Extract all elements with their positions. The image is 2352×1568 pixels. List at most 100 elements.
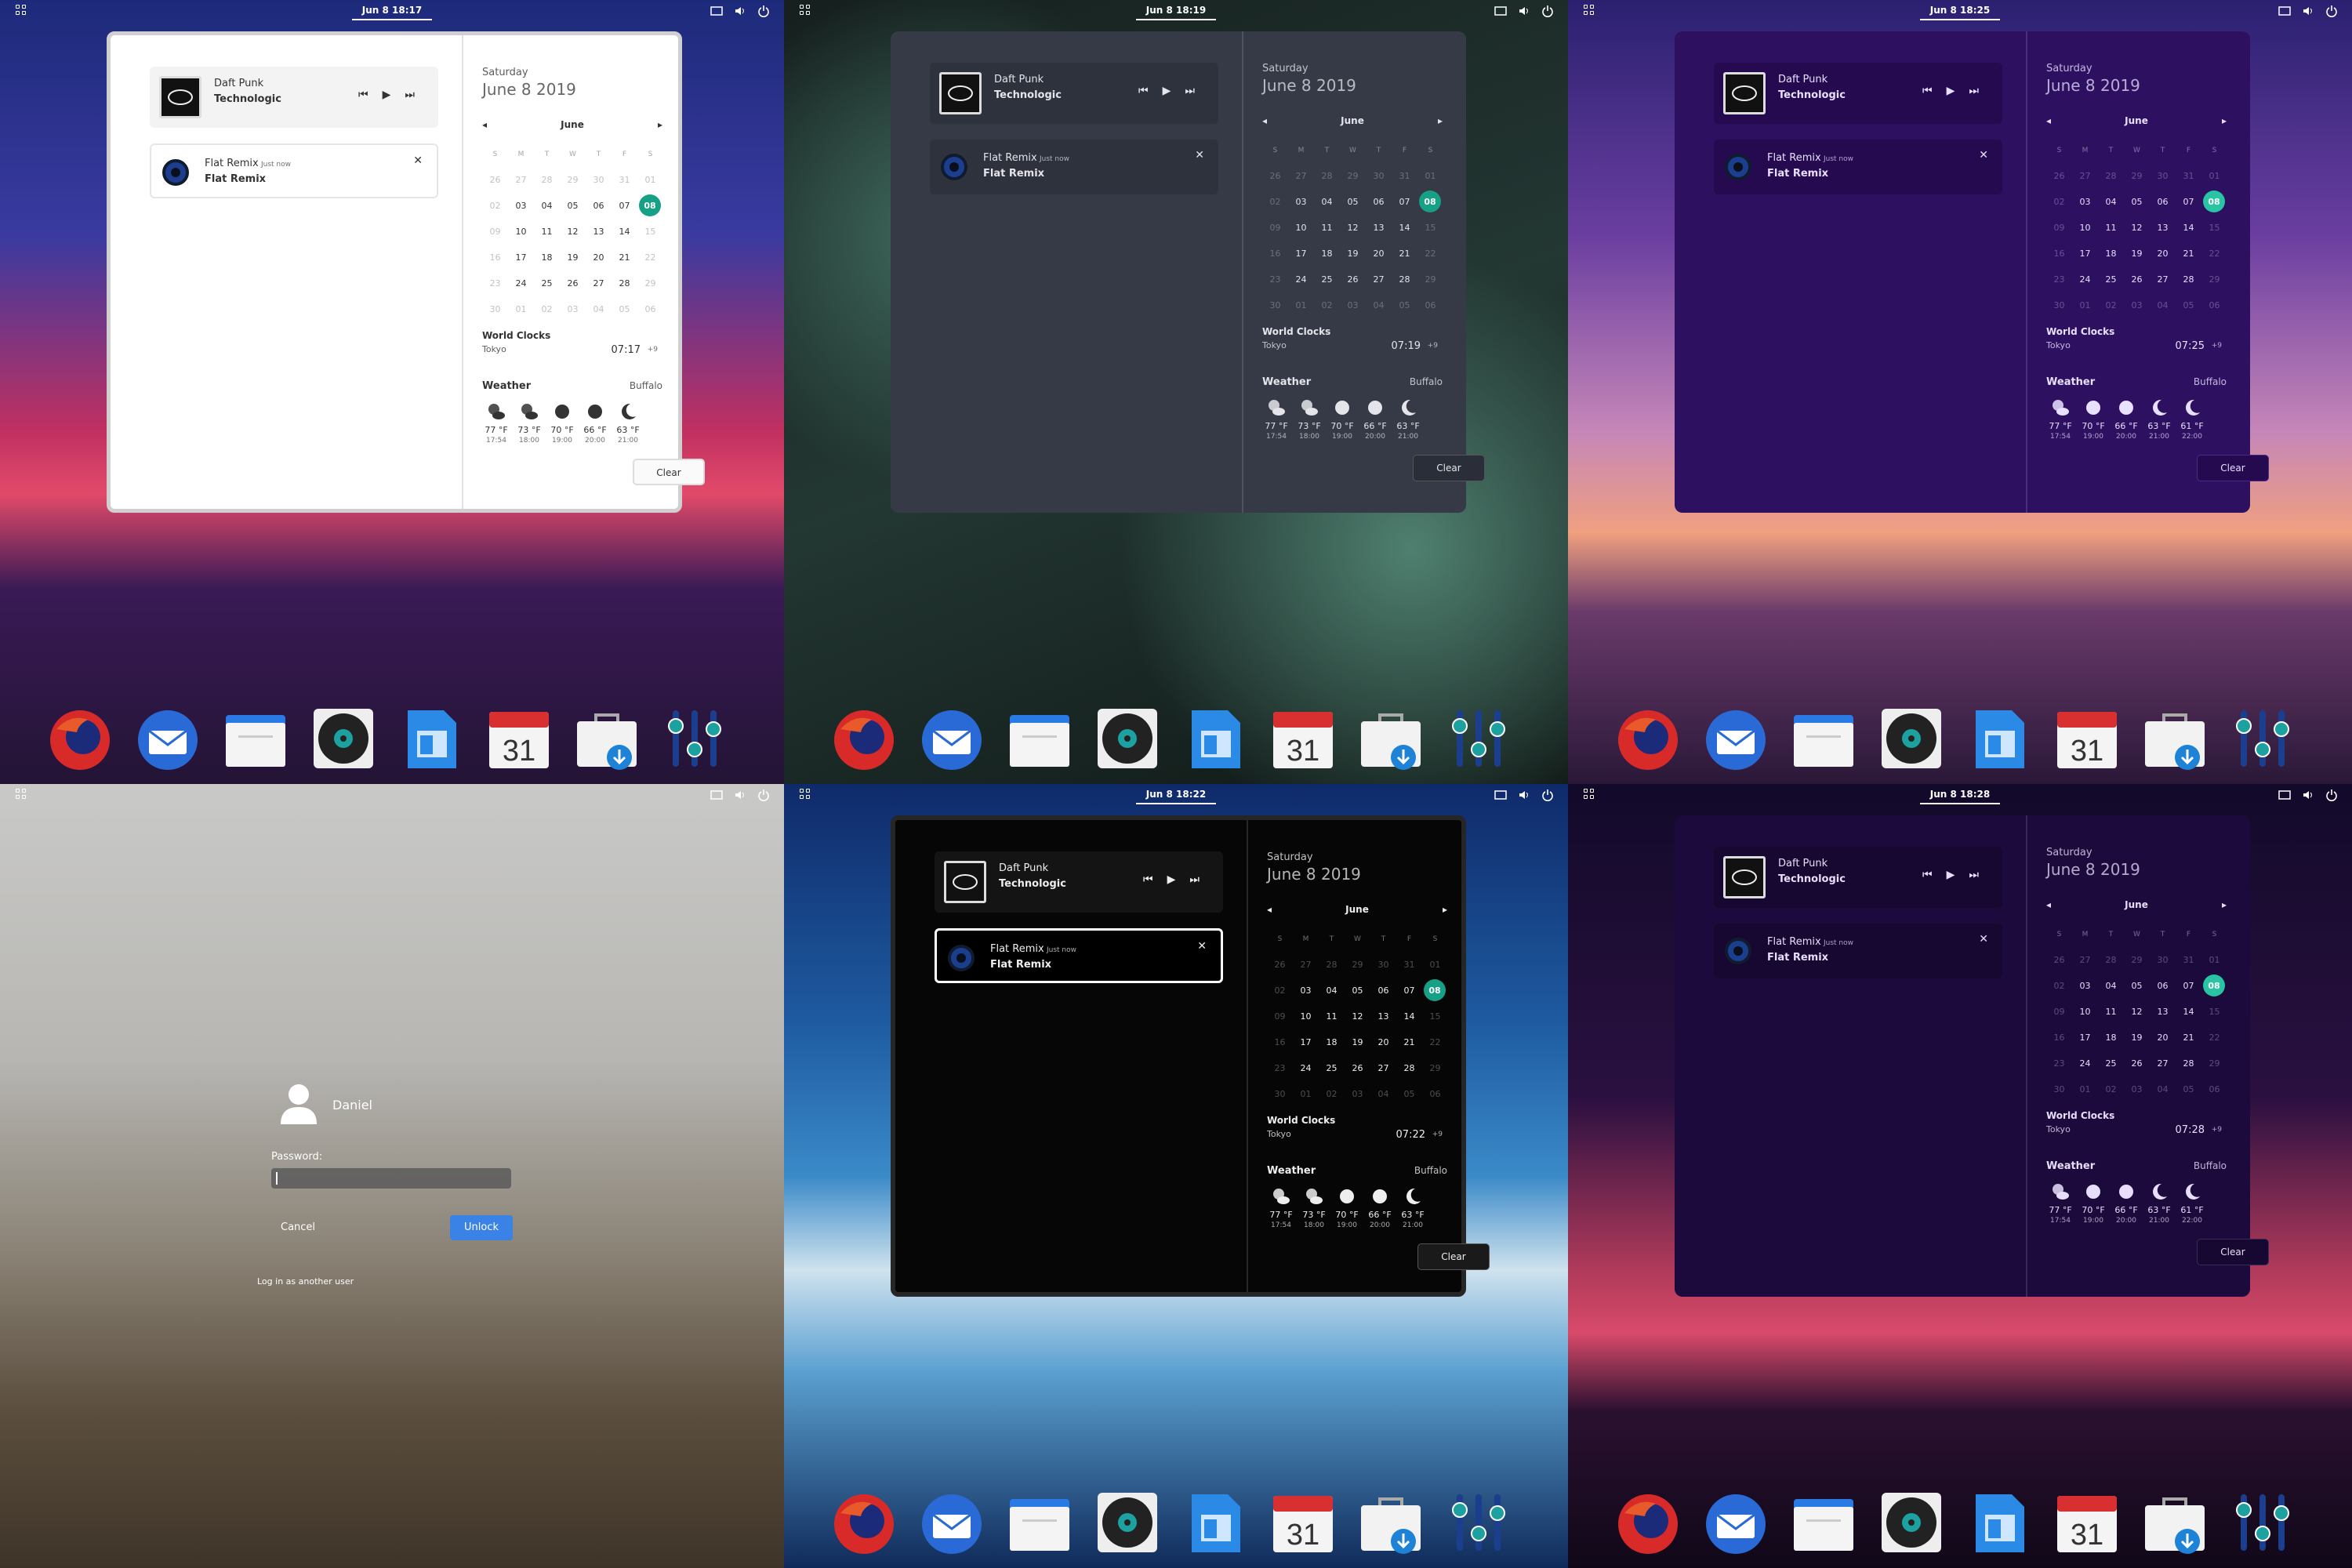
calendar-day[interactable]: 25 (2098, 267, 2124, 292)
calendar-day[interactable]: 04 (1314, 189, 1340, 215)
calendar-day[interactable]: 26 (2124, 1051, 2150, 1076)
next-month-button[interactable]: ▸ (2222, 899, 2227, 910)
calendar-day[interactable]: 17 (508, 245, 534, 270)
dock-settings-icon[interactable] (662, 706, 728, 771)
calendar-day[interactable]: 04 (2150, 1076, 2176, 1102)
calendar-day[interactable]: 30 (2046, 292, 2072, 318)
calendar-day[interactable]: 30 (2150, 947, 2176, 973)
calendar-day[interactable]: 27 (1370, 1055, 1396, 1081)
next-month-button[interactable]: ▸ (1438, 115, 1443, 126)
calendar-day[interactable]: 20 (1370, 1029, 1396, 1055)
dock-thunderbird-icon[interactable] (1703, 1490, 1769, 1555)
status-menu[interactable] (710, 789, 770, 803)
calendar-day[interactable]: 29 (1340, 163, 1366, 189)
calendar-day[interactable]: 27 (2150, 1051, 2176, 1076)
close-icon[interactable]: ✕ (1197, 940, 1207, 953)
calendar-day[interactable]: 14 (1392, 215, 1417, 241)
calendar-day[interactable]: 10 (2072, 215, 2098, 241)
world-clocks[interactable]: World Clocks Tokyo 07:19 +9 (1262, 326, 1443, 365)
calendar-day[interactable]: 03 (1288, 189, 1314, 215)
calendar-day[interactable]: 27 (2072, 947, 2098, 973)
next-month-button[interactable]: ▸ (1443, 904, 1447, 915)
calendar-day[interactable]: 26 (1267, 952, 1293, 978)
calendar-day[interactable]: 03 (2124, 1076, 2150, 1102)
calendar-day[interactable]: 05 (1345, 978, 1370, 1004)
dock-rhythmbox-icon[interactable] (1878, 706, 1944, 771)
calendar-day[interactable]: 06 (2150, 189, 2176, 215)
dock-writer-icon[interactable] (1966, 706, 2032, 771)
calendar-day[interactable]: 21 (612, 245, 637, 270)
clear-button[interactable]: Clear (633, 459, 705, 485)
next-track-button[interactable]: ⏭ (1185, 85, 1195, 97)
calendar-day[interactable]: 02 (2098, 1076, 2124, 1102)
status-menu[interactable] (710, 5, 770, 19)
dock-firefox-icon[interactable] (47, 706, 113, 771)
calendar-day[interactable]: 11 (1319, 1004, 1345, 1029)
calendar-day[interactable]: 04 (534, 193, 560, 219)
dock-rhythmbox-icon[interactable] (1094, 706, 1160, 771)
calendar-day[interactable]: 19 (560, 245, 586, 270)
calendar-day[interactable]: 22 (637, 245, 663, 270)
calendar-day[interactable]: 04 (2150, 292, 2176, 318)
calendar-day[interactable]: 14 (1396, 1004, 1422, 1029)
calendar-day[interactable]: 28 (2176, 267, 2201, 292)
calendar-day[interactable]: 05 (2176, 292, 2201, 318)
calendar-day[interactable]: 18 (2098, 241, 2124, 267)
dock-software-icon[interactable] (2142, 1490, 2208, 1555)
calendar-day[interactable]: 05 (2124, 189, 2150, 215)
dock-writer-icon[interactable] (1966, 1490, 2032, 1555)
calendar-day[interactable]: 14 (2176, 215, 2201, 241)
dock-rhythmbox-icon[interactable] (1878, 1490, 1944, 1555)
calendar-day[interactable]: 04 (586, 296, 612, 322)
calendar-day[interactable]: 26 (1262, 163, 1288, 189)
calendar-day[interactable]: 07 (1392, 189, 1417, 215)
calendar-day[interactable]: 02 (2046, 973, 2072, 999)
calendar-day[interactable]: 03 (1293, 978, 1319, 1004)
dock-software-icon[interactable] (574, 706, 640, 771)
dock-thunderbird-icon[interactable] (919, 1490, 985, 1555)
calendar-day[interactable]: 27 (586, 270, 612, 296)
calendar-day[interactable]: 29 (2124, 947, 2150, 973)
prev-month-button[interactable]: ◂ (482, 119, 487, 130)
calendar-day[interactable]: 03 (1340, 292, 1366, 318)
calendar-day[interactable]: 30 (1262, 292, 1288, 318)
calendar-day[interactable]: 02 (1314, 292, 1340, 318)
calendar-day[interactable]: 26 (1340, 267, 1366, 292)
activities-icon[interactable] (1584, 789, 1596, 801)
dock-thunderbird-icon[interactable] (1703, 706, 1769, 771)
calendar-day[interactable]: 23 (2046, 1051, 2072, 1076)
calendar-day[interactable]: 19 (1340, 241, 1366, 267)
next-month-button[interactable]: ▸ (658, 119, 662, 130)
calendar-day[interactable]: 27 (2150, 267, 2176, 292)
calendar-day[interactable]: 26 (2124, 267, 2150, 292)
activities-icon[interactable] (800, 789, 812, 801)
dock-firefox-icon[interactable] (831, 706, 897, 771)
clear-button[interactable]: Clear (2197, 1239, 2269, 1265)
calendar-day[interactable]: 12 (1345, 1004, 1370, 1029)
calendar-day[interactable]: 28 (1319, 952, 1345, 978)
calendar-day[interactable]: 22 (1422, 1029, 1448, 1055)
calendar-day[interactable]: 05 (2124, 973, 2150, 999)
calendar-day[interactable]: 03 (1345, 1081, 1370, 1107)
calendar-day[interactable]: 06 (1370, 978, 1396, 1004)
calendar-day[interactable]: 01 (2201, 947, 2227, 973)
dock-settings-icon[interactable] (1446, 706, 1512, 771)
calendar-day[interactable]: 17 (1293, 1029, 1319, 1055)
calendar-day[interactable]: 01 (2201, 163, 2227, 189)
calendar-day[interactable]: 30 (2046, 1076, 2072, 1102)
calendar-day[interactable]: 16 (2046, 1025, 2072, 1051)
calendar-day[interactable]: 10 (1288, 215, 1314, 241)
calendar-day[interactable]: 22 (2201, 1025, 2227, 1051)
dock-firefox-icon[interactable] (1615, 1490, 1681, 1555)
calendar-day[interactable]: 12 (560, 219, 586, 245)
selected-day[interactable]: 08 (2203, 975, 2225, 996)
weather-section[interactable]: Weather Buffalo 77 °F 17:54 73 °F 18:00 70 °F 1… (1262, 376, 1443, 463)
notification[interactable]: Flat Remix Just now Flat Remix ✕ (930, 140, 1218, 194)
calendar-day[interactable]: 28 (534, 167, 560, 193)
calendar-day[interactable]: 29 (2201, 267, 2227, 292)
calendar-day[interactable]: 23 (482, 270, 508, 296)
calendar-day[interactable]: 03 (560, 296, 586, 322)
dock-thunderbird-icon[interactable] (135, 706, 201, 771)
play-button[interactable]: ▶ (383, 89, 391, 101)
calendar-day[interactable]: 03 (2072, 189, 2098, 215)
